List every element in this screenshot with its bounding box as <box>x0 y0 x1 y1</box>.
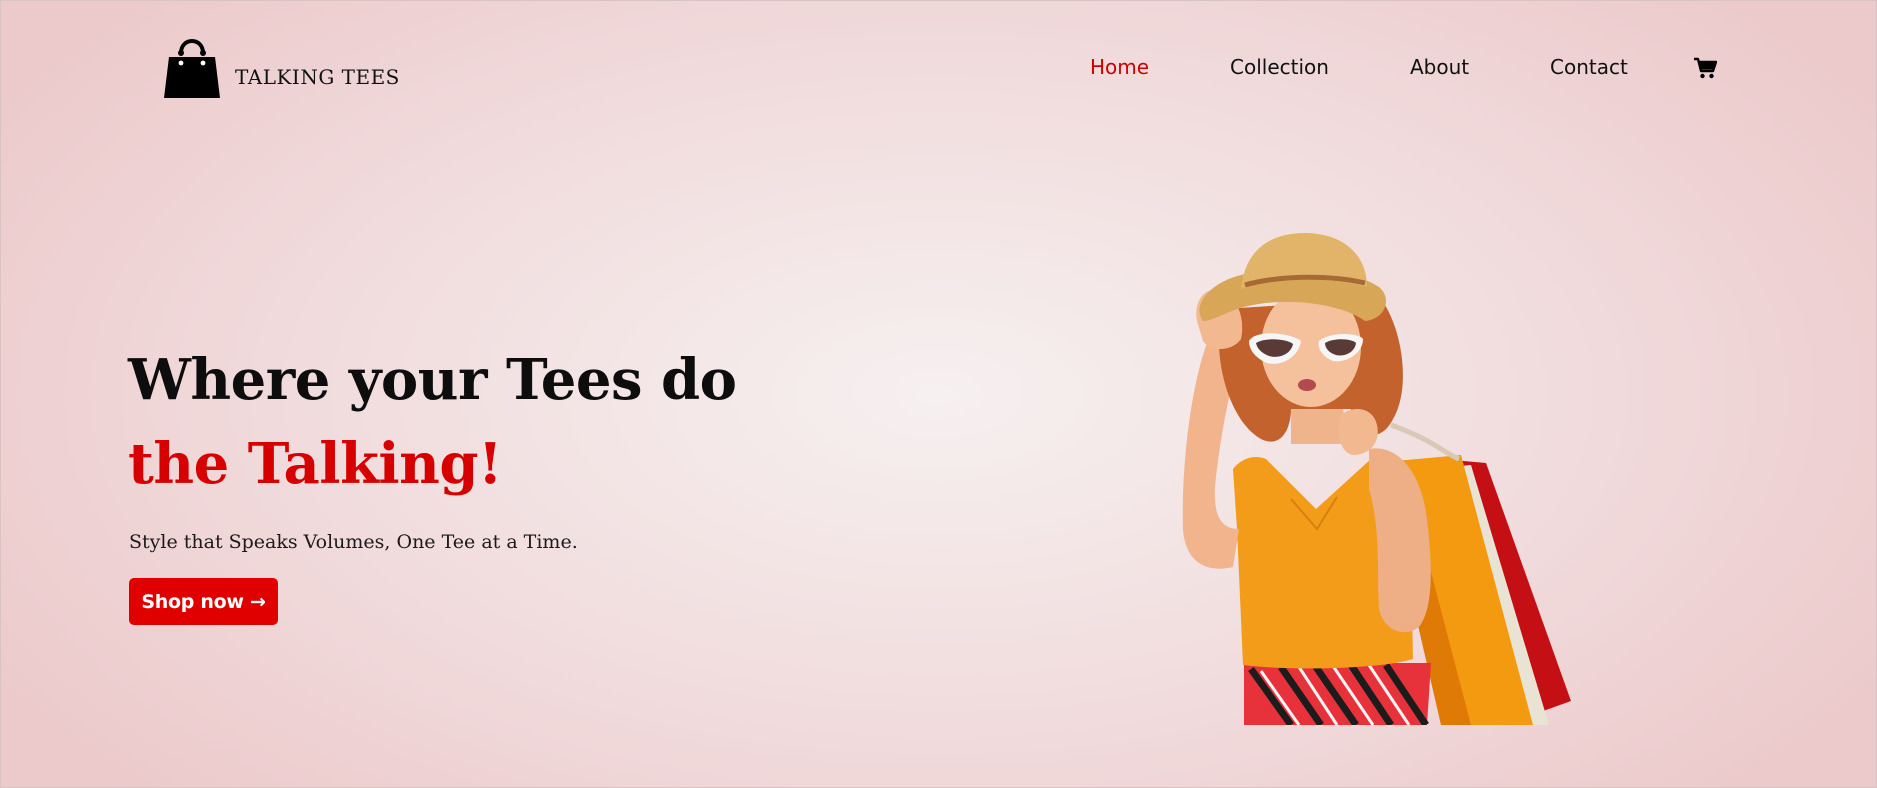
main-nav: Home Collection About Contact <box>1 55 1876 85</box>
cart-icon[interactable] <box>1693 57 1717 79</box>
nav-home[interactable]: Home <box>1090 55 1149 79</box>
hero-title: Where your Tees do the Talking! <box>128 338 737 506</box>
shop-now-button[interactable]: Shop now → <box>129 578 278 625</box>
hero-title-line2: the Talking! <box>128 431 503 497</box>
hero-tagline: Style that Speaks Volumes, One Tee at a … <box>129 531 578 553</box>
nav-about[interactable]: About <box>1410 55 1469 79</box>
landing-page: TALKING TEES Home Collection About Conta… <box>0 0 1877 788</box>
hero-image <box>1182 233 1571 725</box>
nav-contact[interactable]: Contact <box>1550 55 1628 79</box>
skirt <box>1244 663 1431 725</box>
nav-collection[interactable]: Collection <box>1230 55 1329 79</box>
hero-title-line1: Where your Tees do <box>128 347 737 413</box>
